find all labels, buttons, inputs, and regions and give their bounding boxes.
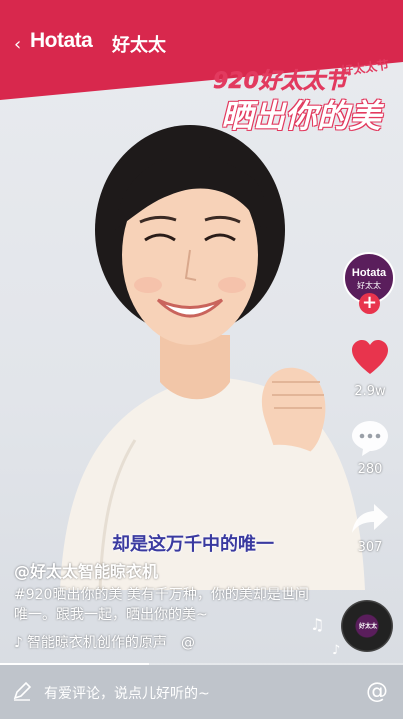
comment-input[interactable]: 有爱评论，说点儿好听的~ <box>44 683 210 703</box>
follow-plus-icon[interactable]: + <box>359 293 380 314</box>
music-at: @ <box>180 635 195 651</box>
music-note-icon: ♪ <box>14 635 23 651</box>
avatar-logo: Hotata <box>351 267 387 279</box>
mention-at-button[interactable]: @ <box>366 679 388 704</box>
pen-icon <box>13 681 32 701</box>
back-chevron-icon[interactable]: ‹ <box>14 36 28 54</box>
author-name[interactable]: @好太太智能晾衣机 <box>14 558 158 582</box>
music-title: 智能晾衣机创作的原声 <box>26 635 167 651</box>
comment-count: 280 <box>357 462 383 477</box>
heart-icon[interactable] <box>350 338 390 378</box>
video-screen[interactable]: ‹ Hotata 好太太 920好太太节 好太太节 晒出你的美 Hotata 好… <box>0 0 403 719</box>
video-person-image <box>60 125 365 590</box>
comment-icon[interactable] <box>350 418 390 458</box>
share-count: 307 <box>357 540 383 555</box>
floating-note-icon: ♫ <box>310 615 325 634</box>
share-icon[interactable] <box>350 498 390 538</box>
video-subtitle: 却是这万千中的唯一 <box>112 534 274 555</box>
brand-logo: Hotata <box>30 29 93 52</box>
avatar-name: 好太太 <box>357 281 381 290</box>
floating-note-icon-small: ♪ <box>332 643 341 658</box>
music-disc[interactable]: 好太太 <box>341 600 393 652</box>
like-count: 2.9w <box>354 384 386 399</box>
music-info[interactable]: ♪ 智能晾衣机创作的原声 @ <box>14 632 195 652</box>
comment-bar[interactable]: 有爱评论，说点儿好听的~ @ <box>0 665 403 719</box>
brand-name: 好太太 <box>112 35 166 56</box>
disc-label: 好太太 <box>359 623 378 630</box>
campaign-tag: 好太太节 <box>340 57 390 79</box>
post-description: #920晒出你的美 美有千万种，你的美却是世间唯一。跟我一起，晒出你的美~ <box>14 587 309 623</box>
